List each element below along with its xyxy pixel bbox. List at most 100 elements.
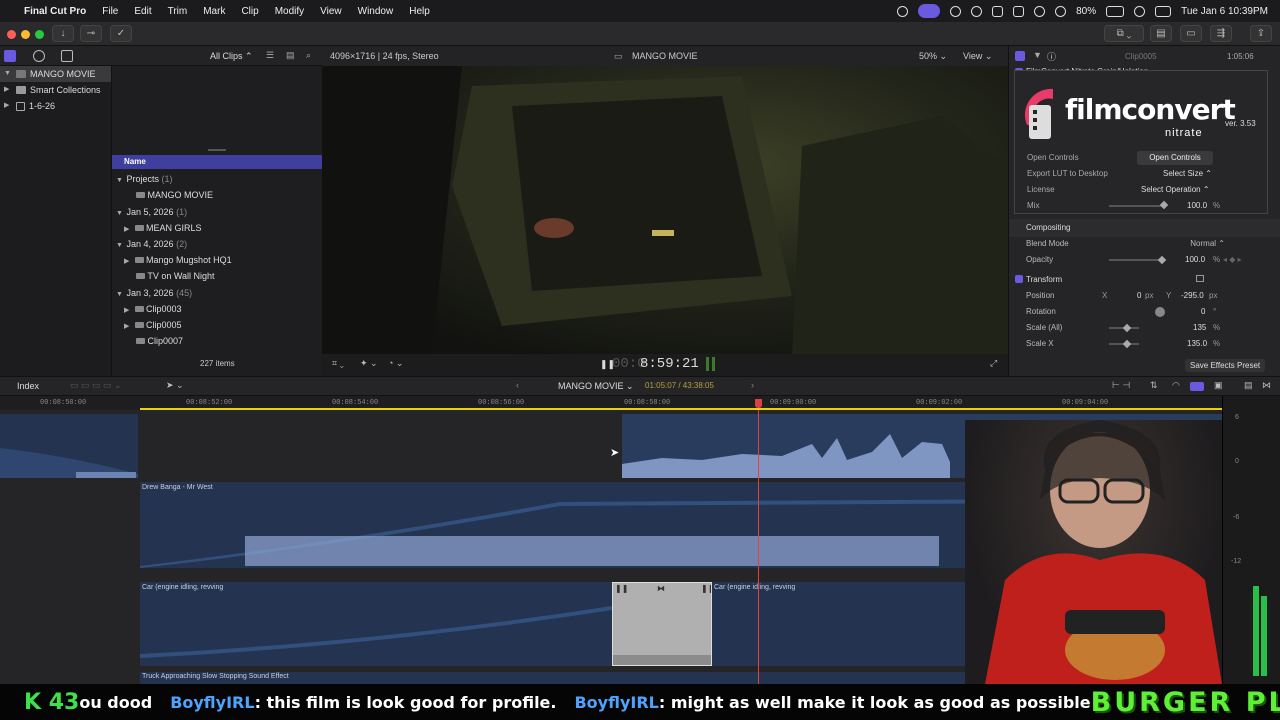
- name-column-header[interactable]: Name: [112, 155, 322, 169]
- browser-group-jan4[interactable]: ▼ Jan 4, 2026 (2): [112, 236, 322, 252]
- scale-all-value[interactable]: 135: [1193, 320, 1206, 336]
- status-icon[interactable]: [950, 5, 962, 17]
- volume-icon[interactable]: [992, 5, 1004, 17]
- compositing-section[interactable]: Compositing: [1009, 219, 1280, 237]
- mix-slider-knob[interactable]: [1159, 200, 1169, 210]
- open-controls-button[interactable]: Open Controls: [1137, 151, 1213, 165]
- export-icon[interactable]: ⇪: [1250, 25, 1272, 42]
- playhead-timecode[interactable]: 8:59:21: [640, 356, 699, 372]
- mix-value[interactable]: 100.0: [1187, 201, 1207, 210]
- opacity-value[interactable]: 100.0: [1185, 252, 1205, 268]
- background-tasks-icon[interactable]: ✓: [110, 25, 132, 42]
- menu-trim[interactable]: Trim: [160, 6, 196, 17]
- clip-appearance-icon[interactable]: [1190, 382, 1204, 391]
- bluetooth-icon[interactable]: [1034, 5, 1046, 17]
- menu-help[interactable]: Help: [401, 6, 438, 17]
- info-icon[interactable]: ⓘ: [1047, 50, 1056, 63]
- browser-item[interactable]: ▶ MEAN GIRLS: [112, 220, 322, 236]
- disclosure-open-icon[interactable]: ▼: [4, 66, 12, 82]
- scale-all-slider-knob[interactable]: [1122, 323, 1132, 333]
- share-icon[interactable]: ⧉ ⌄: [1104, 25, 1144, 42]
- keywords-icon[interactable]: ⊸: [80, 25, 102, 42]
- browser-item[interactable]: ▶ Clip0005: [112, 317, 322, 333]
- menu-edit[interactable]: Edit: [126, 6, 159, 17]
- pos-x-value[interactable]: 0: [1137, 288, 1141, 304]
- opacity-slider[interactable]: [1109, 259, 1163, 261]
- browser-group-projects[interactable]: ▼ Projects (1): [112, 171, 322, 187]
- timeline-project-dropdown[interactable]: MANGO MOVIE ⌄: [558, 381, 634, 392]
- trim-handle-right-icon[interactable]: ❚❚: [701, 584, 711, 593]
- color-inspector-icon[interactable]: ▼: [1033, 50, 1042, 60]
- speed-icon[interactable]: ◔ ⌄: [388, 358, 403, 369]
- disclosure-closed-icon[interactable]: ▶: [4, 82, 12, 98]
- libraries-icon[interactable]: [4, 50, 16, 62]
- layout-timeline-icon[interactable]: ▭: [1180, 25, 1202, 42]
- transition-icon[interactable]: ⧓: [657, 584, 665, 593]
- audio-clip-left[interactable]: [0, 414, 138, 478]
- layout-inspector-icon[interactable]: ⇶: [1210, 25, 1232, 42]
- sidebar-item-smart-collections[interactable]: ▶ Smart Collections: [0, 82, 111, 98]
- browser-item[interactable]: TV on Wall Night: [112, 268, 322, 284]
- close-button[interactable]: [7, 30, 16, 39]
- index-button[interactable]: Index: [17, 381, 39, 391]
- filmstrip-icon[interactable]: ▤: [286, 50, 295, 61]
- select-size-dropdown[interactable]: Select Size ⌃: [1163, 169, 1212, 178]
- transform-tool-icon[interactable]: ⌗ ⌄: [332, 358, 344, 369]
- browser-item[interactable]: ▶ Mango Mugshot HQ1: [112, 252, 322, 268]
- close-timeline-icon[interactable]: ⋈: [1262, 380, 1271, 391]
- control-icon[interactable]: [1155, 5, 1172, 17]
- effects-browser-icon[interactable]: ▣: [1214, 380, 1223, 391]
- transform-onscreen-icon[interactable]: [1196, 275, 1204, 282]
- trim-handle-left-icon[interactable]: ❚❚: [615, 584, 628, 593]
- playhead-handle[interactable]: [755, 399, 762, 408]
- headphones-icon[interactable]: ◠: [1172, 380, 1180, 391]
- blend-mode-dropdown[interactable]: Normal ⌃: [1190, 236, 1225, 252]
- car-clip-1[interactable]: Car (engine idling, revving: [140, 582, 612, 666]
- enhance-icon[interactable]: ✦ ⌄: [360, 358, 378, 369]
- menu-file[interactable]: File: [94, 6, 126, 17]
- keyframe-nav-icon[interactable]: ◂ ◆ ▸: [1223, 252, 1242, 268]
- opacity-slider-knob[interactable]: [1157, 255, 1167, 265]
- rotation-dial[interactable]: [1155, 307, 1165, 317]
- save-effects-preset-button[interactable]: Save Effects Preset: [1185, 359, 1266, 372]
- mix-slider[interactable]: [1109, 205, 1165, 207]
- history-forward-icon[interactable]: ›: [751, 380, 754, 390]
- list-view-icon[interactable]: ☰: [266, 50, 274, 61]
- sidebar-item-event[interactable]: ▶ 1-6-26: [0, 98, 111, 114]
- menu-clip[interactable]: Clip: [233, 6, 266, 17]
- menu-window[interactable]: Window: [350, 6, 402, 17]
- connect-clip-icon[interactable]: ▭ ▭ ▭ ▭ ⌄: [70, 380, 122, 391]
- layout-browser-icon[interactable]: ▤: [1150, 25, 1172, 42]
- fullscreen-icon[interactable]: ⤢: [990, 358, 997, 369]
- view-dropdown[interactable]: View ⌄: [963, 51, 992, 62]
- video-frame[interactable]: [322, 66, 1008, 354]
- skimming-icon[interactable]: ⇅: [1150, 380, 1158, 391]
- transitions-icon[interactable]: ▤: [1244, 380, 1253, 391]
- titles-icon[interactable]: [61, 50, 73, 62]
- menu-view[interactable]: View: [312, 6, 350, 17]
- clip-filter-dropdown[interactable]: All Clips ⌃: [210, 51, 253, 62]
- browser-item[interactable]: Clip0007: [112, 333, 322, 349]
- control-center-icon[interactable]: [897, 5, 909, 17]
- browser-item[interactable]: ▶ Clip0003: [112, 301, 322, 317]
- sidebar-item-library[interactable]: ▼ MANGO MOVIE: [0, 66, 111, 82]
- disclosure-closed-icon[interactable]: ▶: [4, 98, 12, 114]
- scale-x-value[interactable]: 135.0: [1187, 336, 1207, 352]
- menu-modify[interactable]: Modify: [267, 6, 312, 17]
- select-operation-dropdown[interactable]: Select Operation ⌃: [1141, 185, 1210, 194]
- play-icon[interactable]: [971, 5, 983, 17]
- transform-section[interactable]: Transform: [1009, 271, 1280, 289]
- search-icon[interactable]: [1134, 5, 1146, 17]
- display-icon[interactable]: [1013, 5, 1025, 17]
- battery-icon[interactable]: [1106, 5, 1125, 17]
- minimize-button[interactable]: [21, 30, 30, 39]
- selected-transition-clip[interactable]: ❚❚ ⧓ ❚❚: [612, 582, 712, 666]
- rotation-value[interactable]: 0: [1201, 304, 1205, 320]
- photos-icon[interactable]: [33, 50, 45, 62]
- browser-group-jan5[interactable]: ▼ Jan 5, 2026 (1): [112, 204, 322, 220]
- timeline-ruler[interactable]: 00:08:50:00 00:08:52:00 00:08:54:00 00:0…: [0, 396, 1222, 410]
- zoom-button[interactable]: [35, 30, 44, 39]
- import-icon[interactable]: ↓: [52, 25, 74, 42]
- menu-app-name[interactable]: Final Cut Pro: [16, 6, 94, 17]
- scale-x-slider-knob[interactable]: [1122, 339, 1132, 349]
